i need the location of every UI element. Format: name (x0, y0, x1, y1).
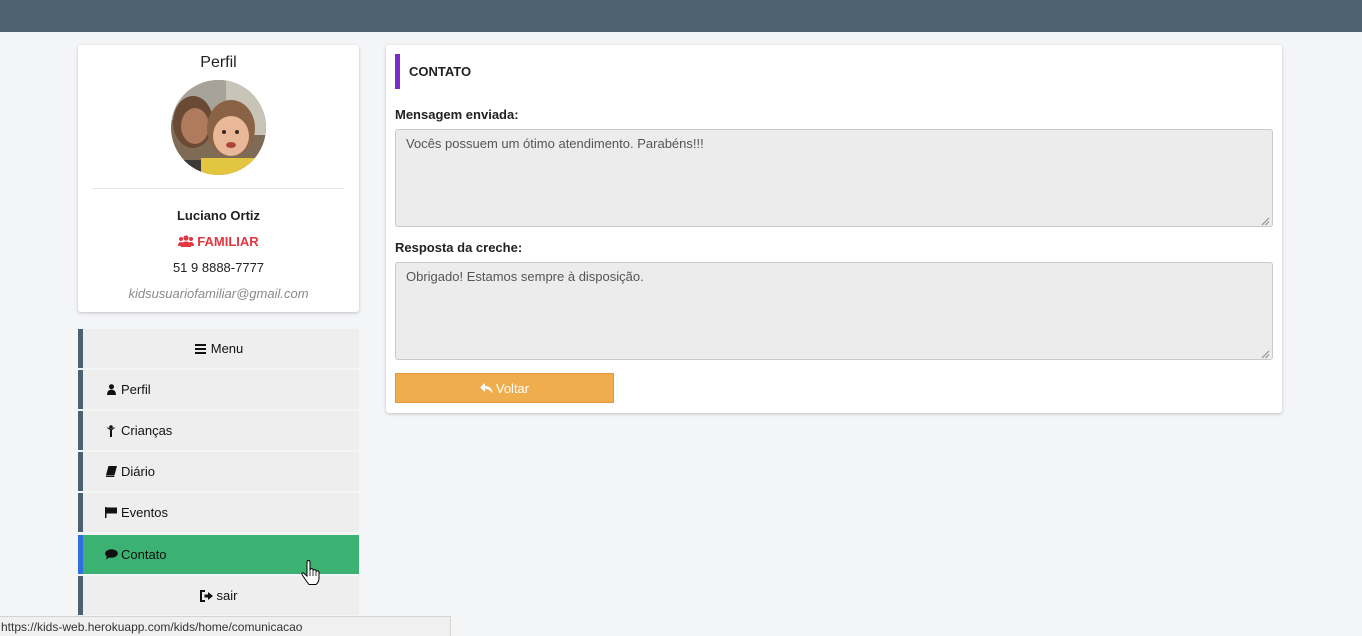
comment-icon (104, 549, 118, 560)
sidebar-item-eventos[interactable]: Eventos (78, 493, 359, 532)
sidebar-item-label: Eventos (121, 505, 168, 520)
resize-grip-icon[interactable] (1260, 347, 1270, 359)
reply-icon (479, 382, 493, 394)
role-label: FAMILIAR (197, 234, 259, 249)
flag-icon (104, 507, 118, 518)
menu-header[interactable]: Menu (78, 329, 359, 368)
back-button-label: Voltar (495, 380, 530, 396)
user-icon (104, 384, 118, 395)
browser-status-bar: https://kids-web.herokuapp.com/kids/home… (0, 616, 451, 636)
status-url: https://kids-web.herokuapp.com/kids/home… (1, 620, 303, 634)
sidebar-item-criancas[interactable]: Crianças (78, 411, 359, 450)
sidebar-item-perfil[interactable]: Perfil (78, 370, 359, 409)
reply-label: Resposta da creche: (395, 240, 523, 255)
sidebar-item-label: Perfil (121, 382, 151, 397)
sent-message-field[interactable]: Vocês possuem um ótimo atendimento. Para… (395, 129, 1273, 227)
profile-name: Luciano Ortiz (176, 208, 261, 223)
sidebar-item-label: Diário (121, 464, 155, 479)
avatar (171, 80, 266, 175)
sidebar-item-label: Crianças (121, 423, 173, 438)
hand-cursor-icon (300, 559, 322, 586)
top-navbar (0, 0, 1362, 32)
divider (92, 188, 344, 189)
resize-grip-icon[interactable] (1260, 214, 1270, 226)
reply-text: Obrigado! Estamos sempre à disposição. (406, 269, 644, 284)
child-icon (104, 424, 118, 437)
bars-icon (194, 343, 208, 354)
profile-email: kidsusuariofamiliar@gmail.com (128, 286, 309, 301)
sent-message-label: Mensagem enviada: (395, 107, 519, 122)
book-icon (104, 466, 118, 477)
profile-card: Perfil Luciano Ortiz FAMILIAR 51 9 8888-… (78, 45, 359, 312)
sidebar-item-diario[interactable]: Diário (78, 452, 359, 491)
menu-header-label: Menu (210, 341, 244, 356)
logout-label: sair (216, 588, 238, 603)
profile-title: Perfil (200, 54, 237, 71)
contact-card: CONTATO Mensagem enviada: Vocês possuem … (386, 45, 1282, 413)
users-icon (178, 235, 195, 247)
reply-field[interactable]: Obrigado! Estamos sempre à disposição. (395, 262, 1273, 360)
sidebar-item-label: Contato (121, 547, 167, 562)
profile-role: FAMILIAR (78, 234, 359, 249)
sign-out-icon (200, 589, 214, 602)
back-button[interactable]: Voltar (395, 373, 614, 403)
sent-message-text: Vocês possuem um ótimo atendimento. Para… (406, 136, 704, 151)
profile-phone: 51 9 8888-7777 (172, 260, 265, 275)
section-title: CONTATO (395, 54, 471, 89)
